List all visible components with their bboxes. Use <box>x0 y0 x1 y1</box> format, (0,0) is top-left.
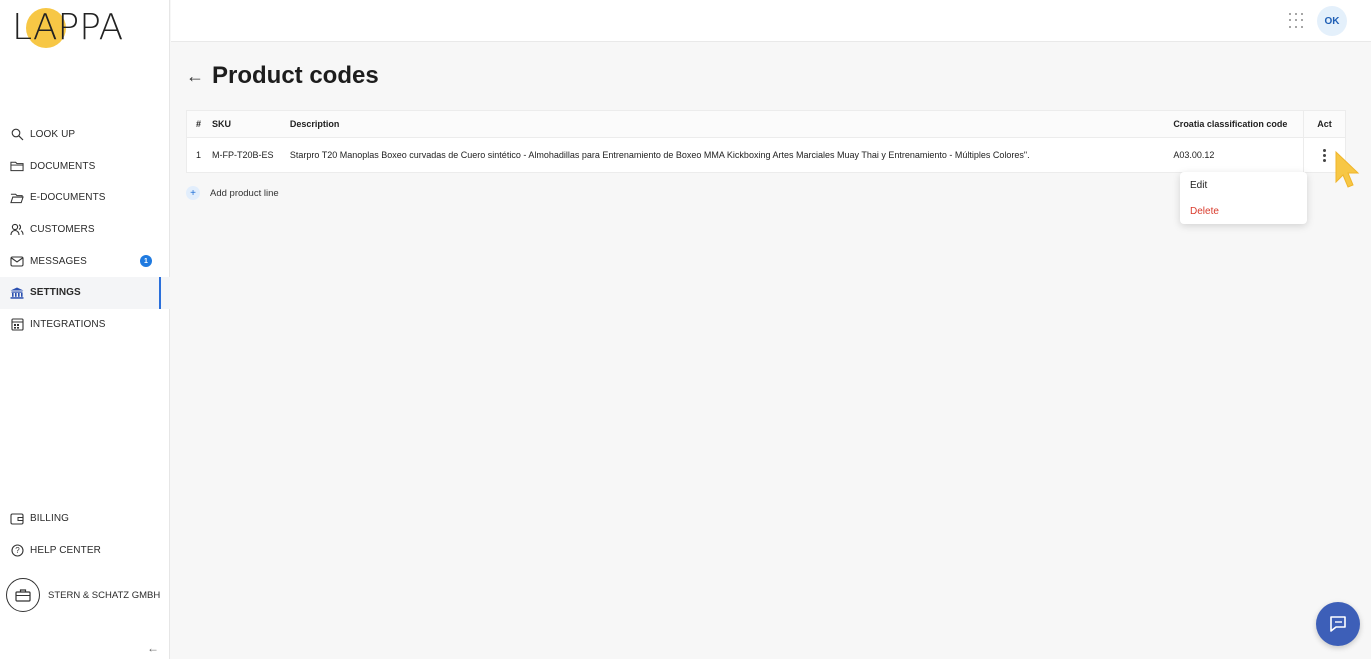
svg-text:?: ? <box>15 546 20 555</box>
apps-grid-icon[interactable] <box>1289 13 1305 29</box>
sidebar-item-label: CUSTOMERS <box>30 224 95 236</box>
user-avatar[interactable]: OK <box>1317 6 1347 36</box>
sidebar-item-label: E-DOCUMENTS <box>30 192 106 204</box>
page-header: ← Product codes <box>186 62 379 90</box>
wallet-icon <box>10 512 24 526</box>
calendar-grid-icon <box>10 317 24 331</box>
sidebar-item-label: MESSAGES <box>30 255 87 267</box>
folder-open-icon <box>10 191 24 205</box>
search-icon <box>10 128 24 142</box>
help-icon: ? <box>10 543 24 557</box>
row-sku: M-FP-T20B-ES <box>211 150 274 160</box>
menu-item-edit[interactable]: Edit <box>1180 172 1307 198</box>
sidebar-item-documents[interactable]: DOCUMENTS <box>0 151 170 183</box>
sidebar-item-customers[interactable]: CUSTOMERS <box>0 214 170 246</box>
table-row[interactable]: 1 M-FP-T20B-ES Starpro T20 Manoplas Boxe… <box>187 138 1345 172</box>
back-arrow-icon[interactable]: ← <box>186 66 206 87</box>
sidebar-nav: LOOK UP DOCUMENTS E-DOCUMENTS CUSTOMERS … <box>0 119 170 340</box>
row-classification-code: A03.00.12 <box>1173 150 1215 160</box>
company-name: STERN & SCHATZ GMBH <box>48 589 161 601</box>
logo-text: LAPPA <box>12 7 124 48</box>
sidebar-item-messages[interactable]: MESSAGES 1 <box>0 245 170 277</box>
sidebar-item-help-center[interactable]: ? HELP CENTER <box>0 535 170 567</box>
sidebar-item-label: HELP CENTER <box>30 544 101 556</box>
sidebar-bottom-nav: BILLING ? HELP CENTER <box>0 503 170 566</box>
sidebar-item-label: BILLING <box>30 513 70 525</box>
users-icon <box>10 223 24 237</box>
messages-count-badge: 1 <box>140 255 152 268</box>
sidebar-item-look-up[interactable]: LOOK UP <box>0 119 170 151</box>
row-number: 1 <box>196 150 202 160</box>
briefcase-icon <box>6 578 40 612</box>
collapse-sidebar-button[interactable]: ← <box>143 640 163 656</box>
column-header-sku: SKU <box>211 119 231 129</box>
bank-icon <box>10 286 24 300</box>
column-header-classification-code: Croatia classification code <box>1173 119 1288 129</box>
folder-icon <box>10 159 24 173</box>
column-header-description: Description <box>289 119 340 129</box>
top-bar: OK <box>171 0 1371 42</box>
product-codes-table: # SKU Description Croatia classification… <box>186 110 1346 173</box>
sidebar-item-e-documents[interactable]: E-DOCUMENTS <box>0 182 170 214</box>
column-header-number: # <box>196 119 202 129</box>
sidebar-item-label: SETTINGS <box>30 287 81 299</box>
add-product-line-button[interactable]: + Add product line <box>186 186 279 200</box>
sidebar-item-label: INTEGRATIONS <box>30 318 106 330</box>
kebab-menu-icon[interactable] <box>1323 148 1327 162</box>
mouse-pointer-icon <box>1333 150 1363 190</box>
menu-item-delete[interactable]: Delete <box>1180 198 1307 224</box>
sidebar-item-label: DOCUMENTS <box>30 160 96 172</box>
row-action-menu: Edit Delete <box>1180 172 1307 224</box>
sidebar-item-label: LOOK UP <box>30 129 76 141</box>
chat-widget-button[interactable] <box>1316 602 1360 646</box>
sidebar-item-settings[interactable]: SETTINGS <box>0 276 170 309</box>
column-header-actions: Act <box>1303 111 1345 137</box>
row-description: Starpro T20 Manoplas Boxeo curvadas de C… <box>289 150 1030 160</box>
arrow-left-icon: ← <box>147 641 159 655</box>
sidebar: LAPPA LOOK UP DOCUMENTS E-DOCUMENTS CUST… <box>0 0 170 659</box>
chat-icon <box>1330 616 1346 632</box>
add-product-line-label: Add product line <box>210 187 279 199</box>
plus-icon: + <box>186 186 200 200</box>
page-title: Product codes <box>212 62 379 89</box>
sidebar-item-integrations[interactable]: INTEGRATIONS <box>0 309 170 341</box>
table-header: # SKU Description Croatia classification… <box>187 111 1345 138</box>
mail-icon <box>10 254 24 268</box>
lappa-logo[interactable]: LAPPA <box>12 6 124 48</box>
sidebar-item-billing[interactable]: BILLING <box>0 503 170 535</box>
company-switcher[interactable]: STERN & SCHATZ GMBH <box>6 578 160 612</box>
